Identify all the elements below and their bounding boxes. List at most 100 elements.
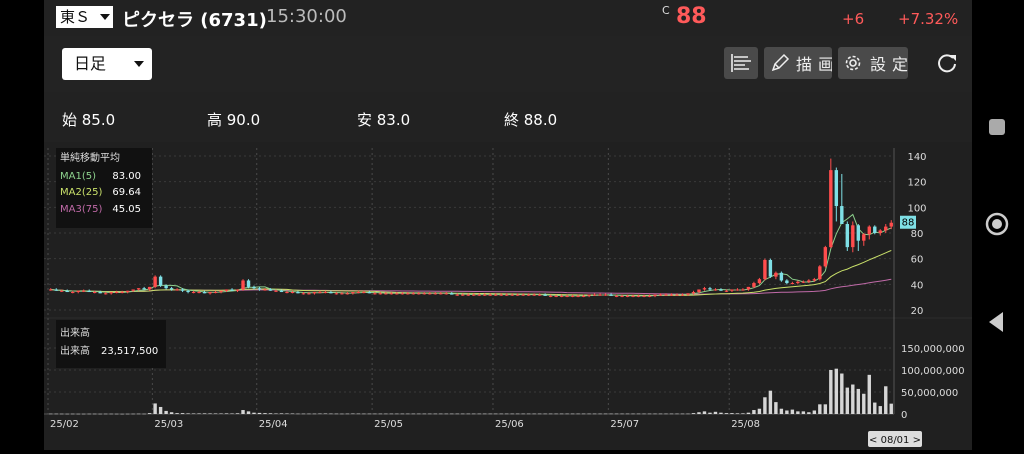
quote-time: 15:30:00 xyxy=(266,6,347,27)
candle xyxy=(153,275,157,289)
candle xyxy=(823,245,828,268)
candle-body xyxy=(768,259,773,277)
cursor-date-tag[interactable]: < 08/01 > xyxy=(868,431,922,447)
volume-bar xyxy=(730,413,734,414)
candle-body xyxy=(494,294,498,296)
volume-bar xyxy=(230,413,234,414)
volume-bar xyxy=(450,413,454,415)
refresh-icon[interactable] xyxy=(936,52,958,74)
volume-bar xyxy=(801,411,806,414)
volume-bar xyxy=(197,413,201,414)
candle-body xyxy=(439,293,443,295)
date-tick-label: 25/05 xyxy=(374,419,403,430)
ma1-label: MA1(5) xyxy=(60,171,96,182)
candle-body xyxy=(851,225,855,248)
volume-bar xyxy=(494,413,498,415)
cursor-date-label: < 08/01 > xyxy=(869,435,921,446)
candle-body xyxy=(472,294,476,296)
candle-body xyxy=(845,224,850,248)
home-dot-icon xyxy=(992,219,1002,229)
volume-bar xyxy=(647,413,652,415)
volume-bar xyxy=(862,393,866,414)
volume-tick-label: 50,000,000 xyxy=(901,388,958,399)
volume-bar xyxy=(406,413,410,415)
volume-bar xyxy=(785,410,789,414)
volume-bar xyxy=(98,413,102,415)
candle-body xyxy=(763,259,767,280)
settings-button[interactable]: 設定 xyxy=(838,47,908,79)
candle-body xyxy=(268,289,273,291)
candle-body xyxy=(856,225,860,241)
market-label: 東Ｓ xyxy=(60,8,91,26)
candle xyxy=(779,271,784,282)
volume-bar xyxy=(834,368,839,414)
volume-bar xyxy=(213,413,218,414)
volume-bar xyxy=(175,413,179,414)
volume-bar xyxy=(543,413,547,415)
candle-body xyxy=(521,294,525,296)
candle-body xyxy=(213,292,218,294)
candle-body xyxy=(642,295,646,297)
draw-button[interactable]: 描画 xyxy=(764,47,832,79)
candle-body xyxy=(65,290,69,293)
volume-bar xyxy=(565,413,569,415)
ma2-value: 69.64 xyxy=(112,187,141,198)
volume-bar xyxy=(219,413,223,414)
candle-body xyxy=(631,295,635,297)
candle-body xyxy=(131,289,135,291)
candle-body xyxy=(76,290,80,293)
candle-body xyxy=(697,289,701,293)
period-label: 日足 xyxy=(74,54,107,73)
candle-body xyxy=(362,292,366,294)
chart-list-button[interactable] xyxy=(724,47,758,79)
date-tick-label: 25/06 xyxy=(495,419,524,430)
settings-label: 設定 xyxy=(870,55,908,74)
nav-icons xyxy=(985,119,1009,332)
date-tick-label: 25/04 xyxy=(259,419,288,430)
volume-bar xyxy=(691,413,696,414)
candle-body xyxy=(477,294,481,296)
volume-bar xyxy=(790,409,795,414)
candle-body xyxy=(433,293,437,295)
candle-body xyxy=(708,288,712,290)
volume-bar xyxy=(191,413,196,414)
volume-tick-label: 0 xyxy=(901,410,907,421)
bar-list-icon xyxy=(731,54,751,72)
volume-bar xyxy=(614,413,619,415)
volume-bar xyxy=(433,413,437,415)
volume-bar xyxy=(680,413,685,415)
volume-bar xyxy=(384,413,388,415)
candle-body xyxy=(455,294,459,296)
date-tick-label: 25/07 xyxy=(610,419,639,430)
back-icon[interactable] xyxy=(989,312,1003,332)
recents-icon[interactable] xyxy=(989,119,1005,135)
volume-bar xyxy=(241,410,245,414)
volume-bar xyxy=(92,413,97,415)
volume-bar xyxy=(60,413,64,415)
candle-body xyxy=(488,294,492,296)
candle-body xyxy=(384,293,388,295)
market-selector[interactable]: 東Ｓ xyxy=(56,6,113,28)
volume-bar xyxy=(631,413,635,415)
volume-bar xyxy=(345,413,350,415)
volume-bar xyxy=(417,413,421,415)
candle-body xyxy=(510,294,514,296)
volume-bar xyxy=(329,413,333,415)
volume-bar xyxy=(323,413,328,415)
candle-body xyxy=(636,295,641,297)
candle-body xyxy=(142,288,146,290)
volume-bar xyxy=(367,413,372,415)
volume-bar xyxy=(746,412,751,414)
volume-bar xyxy=(884,386,888,414)
price-change: +6 xyxy=(842,10,865,28)
volume-bar xyxy=(158,406,163,414)
candle-body xyxy=(658,294,663,296)
candlestick-chart[interactable]: 140 120 100 80 60 40 20 150,000,000 100,000,000 5… xyxy=(44,142,972,450)
volume-bar xyxy=(719,412,723,414)
candle-body xyxy=(279,290,284,293)
volume-bar xyxy=(125,413,130,415)
candle-body xyxy=(779,272,784,281)
period-select[interactable]: 日足 xyxy=(62,48,152,80)
candle-body xyxy=(801,281,806,283)
candle-body xyxy=(543,294,547,296)
